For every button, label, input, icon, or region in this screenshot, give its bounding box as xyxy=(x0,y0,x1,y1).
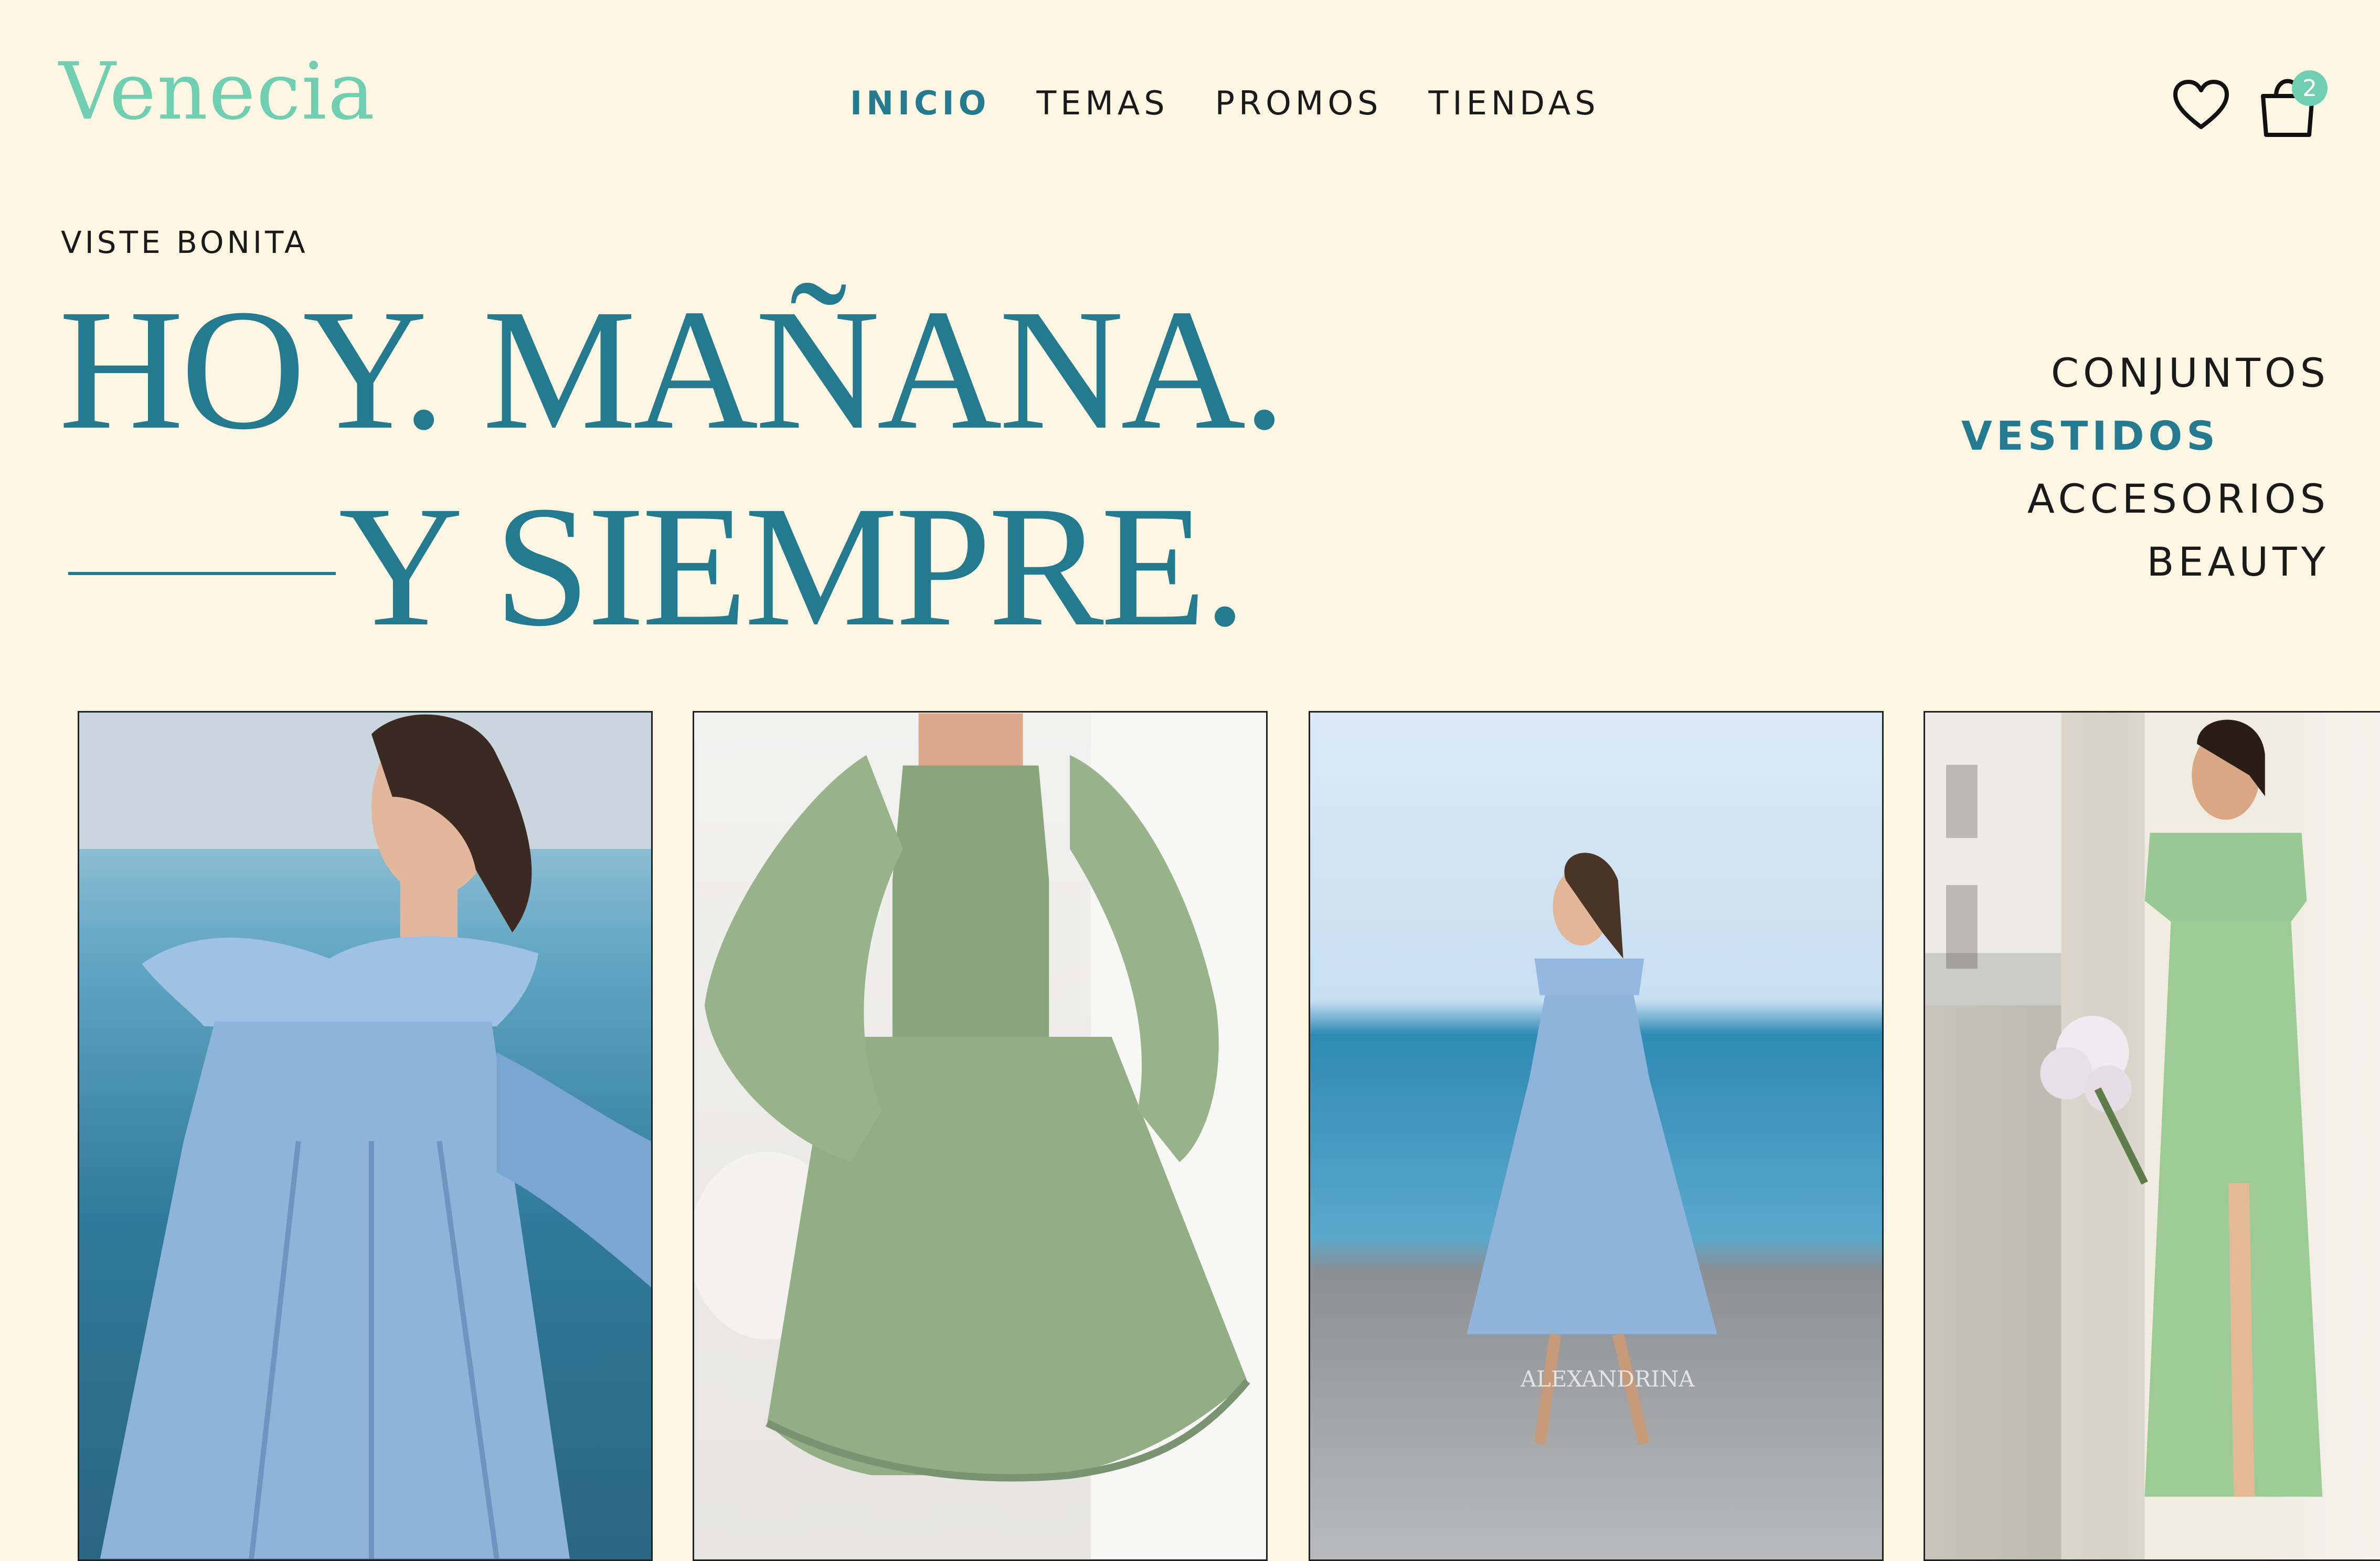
brand-logo[interactable]: Venecia xyxy=(59,52,376,131)
product-card-blue-midi-dress[interactable]: ALEXANDRINA xyxy=(1309,711,1884,1561)
hero-headline-line2: Y SIEMPRE. xyxy=(338,471,1247,662)
watermark-text: ALEXANDRINA xyxy=(1520,1366,1695,1392)
hero-kicker: VISTE BONITA xyxy=(61,225,309,260)
headline-divider xyxy=(68,572,336,575)
category-beauty[interactable]: BEAUTY xyxy=(1961,540,2330,583)
category-conjuntos[interactable]: CONJUNTOS xyxy=(1961,352,2330,395)
hero-headline-line1: HOY. MAÑANA. xyxy=(59,274,1286,465)
main-nav: INICIO TEMAS PROMOS TIENDAS xyxy=(850,84,1600,122)
nav-item-temas[interactable]: TEMAS xyxy=(1036,84,1168,122)
nav-item-inicio[interactable]: INICIO xyxy=(850,84,990,122)
product-card-green-ruffle-dress[interactable] xyxy=(693,711,1268,1561)
heart-icon[interactable] xyxy=(2172,79,2230,131)
product-card-green-floral-dress[interactable] xyxy=(1924,711,2380,1561)
product-image xyxy=(79,713,651,1559)
cart-count-badge: 2 xyxy=(2292,70,2328,106)
blue-midi-shape xyxy=(1467,995,1717,1334)
category-vestidos[interactable]: VESTIDOS xyxy=(1961,415,2219,458)
nav-item-promos[interactable]: PROMOS xyxy=(1215,84,1383,122)
nav-item-tiendas[interactable]: TIENDAS xyxy=(1429,84,1600,122)
category-menu: CONJUNTOS VESTIDOS ACCESORIOS BEAUTY xyxy=(1961,352,2330,583)
product-image xyxy=(1925,713,2323,1559)
product-image xyxy=(694,713,1266,1559)
product-image: ALEXANDRINA xyxy=(1467,853,1717,1446)
category-accesorios[interactable]: ACCESORIOS xyxy=(1961,477,2330,521)
product-card-blue-gown[interactable] xyxy=(78,711,653,1561)
